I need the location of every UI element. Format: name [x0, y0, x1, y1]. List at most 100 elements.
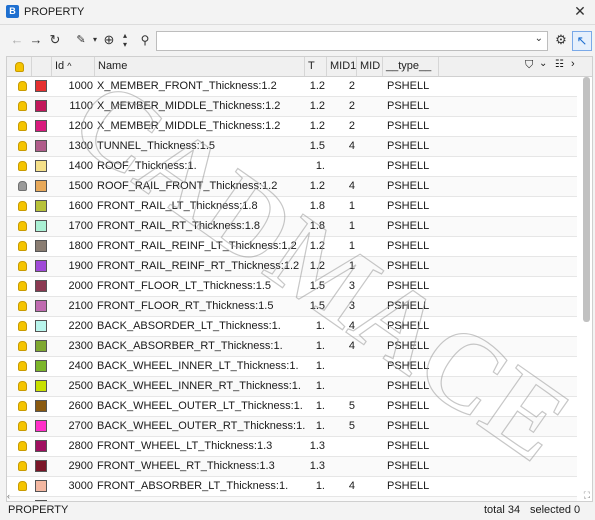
header-visibility[interactable]: [7, 57, 32, 76]
scrollbar-thumb[interactable]: [583, 77, 590, 322]
table-row[interactable]: 1600 FRONT_RAIL_LT_Thickness:1.8 1.8 1 PSHEL…: [7, 197, 577, 217]
color-swatch[interactable]: [35, 100, 47, 112]
color-swatch[interactable]: [35, 380, 47, 392]
cell-t: 1.2: [309, 120, 325, 132]
table-row[interactable]: 2500 BACK_WHEEL_INNER_RT_Thickness:1. 1. PS…: [7, 377, 577, 397]
color-swatch[interactable]: [35, 460, 47, 472]
color-swatch[interactable]: [35, 240, 47, 252]
color-swatch[interactable]: [35, 120, 47, 132]
header-mid1[interactable]: MID1: [327, 57, 357, 76]
color-swatch[interactable]: [35, 180, 47, 192]
table-row[interactable]: 1700 FRONT_RAIL_RT_Thickness:1.8 1.8 1 PSHEL…: [7, 217, 577, 237]
visibility-bulb-icon[interactable]: [15, 397, 29, 416]
header-type[interactable]: __type__: [383, 57, 439, 76]
visibility-bulb-icon[interactable]: [15, 377, 29, 396]
table-row[interactable]: 1400 ROOF_Thickness:1. 1. PSHELL: [7, 157, 577, 177]
table-row[interactable]: 2200 BACK_ABSORDER_LT_Thickness:1. 1. 4 PSHE…: [7, 317, 577, 337]
color-swatch[interactable]: [35, 260, 47, 272]
vertical-scrollbar[interactable]: [580, 77, 590, 497]
header-color[interactable]: [32, 57, 52, 76]
color-swatch[interactable]: [35, 200, 47, 212]
search-icon[interactable]: ⚲: [136, 31, 154, 49]
visibility-bulb-icon[interactable]: [15, 297, 29, 316]
cell-type: PSHELL: [387, 180, 430, 192]
search-input[interactable]: [157, 32, 525, 48]
visibility-bulb-icon[interactable]: [15, 157, 29, 176]
close-button[interactable]: ✕: [571, 2, 589, 20]
visibility-bulb-icon[interactable]: [15, 97, 29, 116]
cell-id: 1700: [68, 220, 93, 232]
cell-name: FRONT_ABSORBER_LT_Thickness:1.: [97, 480, 289, 492]
visibility-bulb-icon[interactable]: [15, 137, 29, 156]
column-options-icon[interactable]: ☷: [555, 59, 564, 70]
table-row[interactable]: 1300 TUNNEL_Thickness:1.5 1.5 4 PSHELL: [7, 137, 577, 157]
back-arrow-icon[interactable]: ←: [8, 31, 26, 49]
refresh-icon[interactable]: ↻: [46, 31, 64, 49]
table-row[interactable]: 2100 FRONT_FLOOR_RT_Thickness:1.5 1.5 3 PSHE…: [7, 297, 577, 317]
scroll-right-icon[interactable]: ›: [571, 58, 575, 70]
color-swatch[interactable]: [35, 480, 47, 492]
filter-icon[interactable]: ⛉: [525, 59, 533, 72]
color-swatch[interactable]: [35, 140, 47, 152]
filter-dropdown-icon[interactable]: ⌄: [539, 58, 547, 69]
expand-icon[interactable]: ⛶: [584, 490, 590, 501]
visibility-bulb-icon[interactable]: [15, 237, 29, 256]
table-row[interactable]: 3000 FRONT_ABSORBER_LT_Thickness:1. 1. 4 PSH…: [7, 477, 577, 497]
table-row[interactable]: 1800 FRONT_RAIL_REINF_LT_Thickness:1.2 1.2…: [7, 237, 577, 257]
table-row[interactable]: 2900 FRONT_WHEEL_RT_Thickness:1.3 1.3 PSHEL…: [7, 457, 577, 477]
visibility-bulb-icon[interactable]: [15, 417, 29, 436]
table-row[interactable]: 2600 BACK_WHEEL_OUTER_LT_Thickness:1. 1. 5 P…: [7, 397, 577, 417]
color-swatch[interactable]: [35, 420, 47, 432]
color-swatch[interactable]: [35, 400, 47, 412]
visibility-bulb-icon[interactable]: [15, 337, 29, 356]
visibility-bulb-icon[interactable]: [15, 437, 29, 456]
color-swatch[interactable]: [35, 300, 47, 312]
visibility-bulb-icon[interactable]: [15, 317, 29, 336]
chevron-down-icon[interactable]: ⌄: [535, 33, 543, 44]
scroll-left-icon[interactable]: ‹: [7, 491, 10, 501]
table-row[interactable]: 2800 FRONT_WHEEL_LT_Thickness:1.3 1.3 PSHEL…: [7, 437, 577, 457]
visibility-bulb-icon[interactable]: [15, 477, 29, 496]
table-row[interactable]: 1200 X_MEMBER_MIDDLE_Thickness:1.2 1.2 2 PSH…: [7, 117, 577, 137]
table-row[interactable]: 2300 BACK_ABSORBER_RT_Thickness:1. 1. 4 PSHE…: [7, 337, 577, 357]
color-swatch[interactable]: [35, 340, 47, 352]
cell-type: PSHELL: [387, 480, 430, 492]
header-t[interactable]: T: [305, 57, 327, 76]
color-swatch[interactable]: [35, 320, 47, 332]
header-name[interactable]: Name: [95, 57, 305, 76]
visibility-bulb-icon[interactable]: [15, 197, 29, 216]
header-mid[interactable]: MID: [357, 57, 383, 76]
visibility-bulb-icon[interactable]: [15, 77, 29, 96]
table-row[interactable]: 2400 BACK_WHEEL_INNER_LT_Thickness:1. 1. PS…: [7, 357, 577, 377]
visibility-bulb-icon[interactable]: [15, 217, 29, 236]
table-row[interactable]: 1000 X_MEMBER_FRONT_Thickness:1.2 1.2 2 PSHE…: [7, 77, 577, 97]
table-row[interactable]: 2000 FRONT_FLOOR_LT_Thickness:1.5 1.5 3 PSHE…: [7, 277, 577, 297]
color-swatch[interactable]: [35, 280, 47, 292]
color-swatch[interactable]: [35, 440, 47, 452]
color-swatch[interactable]: [35, 220, 47, 232]
pointer-select-icon[interactable]: ↖: [572, 31, 592, 51]
cell-mid1: 1: [348, 240, 355, 252]
color-swatch[interactable]: [35, 360, 47, 372]
color-swatch[interactable]: [35, 80, 47, 92]
settings-icon[interactable]: ⚙: [552, 31, 570, 49]
cell-type: PSHELL: [387, 320, 430, 332]
cell-name: TUNNEL_Thickness:1.5: [97, 140, 215, 152]
visibility-bulb-icon[interactable]: [15, 457, 29, 476]
visibility-bulb-icon[interactable]: [15, 257, 29, 276]
table-header: Id ^ Name T MID1 MID __type__ ⛉ ⌄ ☷ ›: [7, 57, 592, 77]
search-field[interactable]: ⌄: [156, 31, 548, 51]
visibility-bulb-icon[interactable]: [15, 117, 29, 136]
header-id[interactable]: Id ^: [52, 57, 95, 76]
table-row[interactable]: 1500 ROOF_RAIL_FRONT_Thickness:1.2 1.2 4 PSH…: [7, 177, 577, 197]
table-row[interactable]: 1100 X_MEMBER_MIDDLE_Thickness:1.2 1.2 2 PSH…: [7, 97, 577, 117]
zoom-stepper-icon[interactable]: ▴ ▾: [116, 31, 134, 49]
table-row[interactable]: 1900 FRONT_RAIL_REINF_RT_Thickness:1.2 1.2…: [7, 257, 577, 277]
table-row[interactable]: 2700 BACK_WHEEL_OUTER_RT_Thickness:1. 1. 5 P…: [7, 417, 577, 437]
color-swatch[interactable]: [35, 160, 47, 172]
visibility-bulb-icon[interactable]: [15, 357, 29, 376]
cell-name: FRONT_RAIL_RT_Thickness:1.8: [97, 220, 261, 232]
visibility-bulb-icon[interactable]: [15, 277, 29, 296]
visibility-bulb-icon[interactable]: [15, 177, 29, 196]
forward-arrow-icon[interactable]: →: [27, 31, 45, 49]
